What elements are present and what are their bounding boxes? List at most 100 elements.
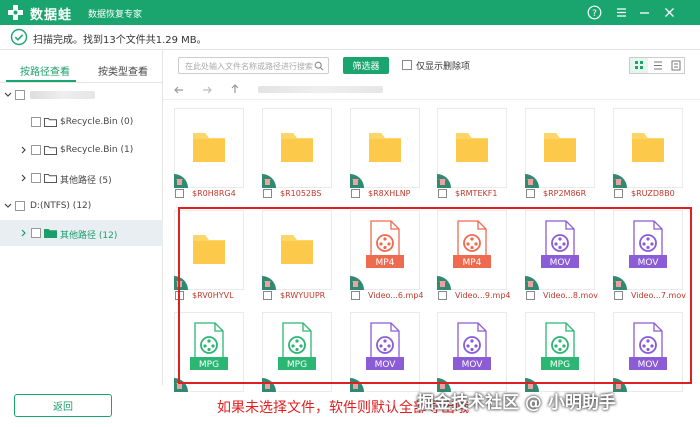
deleted-badge-icon <box>174 276 188 290</box>
tree-checkbox[interactable] <box>15 201 25 211</box>
detail-view-icon[interactable] <box>667 58 685 73</box>
tree-checkbox[interactable] <box>31 228 41 238</box>
video-file-card[interactable]: MPG <box>262 312 332 392</box>
tree-item-other-paths-12[interactable]: 其他路径 (12) <box>0 220 163 246</box>
file-name-label: Video...8.mov <box>543 291 598 300</box>
grid-view-icon[interactable] <box>630 58 648 73</box>
check-circle-icon <box>10 28 28 46</box>
up-arrow-icon[interactable] <box>229 83 241 95</box>
folder-card[interactable] <box>174 108 244 188</box>
folder-card[interactable] <box>350 108 420 188</box>
video-file-card[interactable]: MP4 <box>437 210 507 290</box>
file-checkbox[interactable] <box>614 189 623 198</box>
chevron-right-icon[interactable] <box>20 174 28 182</box>
tree-item-label: D:(NTFS) (12) <box>30 201 92 211</box>
forward-arrow-icon[interactable] <box>201 84 213 96</box>
file-checkbox[interactable] <box>526 291 535 300</box>
video-file-card[interactable]: MOV <box>613 312 683 392</box>
watermark: 掘金技术社区 @ 小明助手 <box>417 393 616 413</box>
tree-checkbox[interactable] <box>31 117 41 127</box>
deleted-badge-icon <box>174 174 188 188</box>
file-name-label: $R1052BS <box>280 189 322 198</box>
list-view-icon[interactable] <box>649 58 667 73</box>
file-checkbox[interactable] <box>438 189 447 198</box>
tree-item-label: 其他路径 (12) <box>60 231 118 241</box>
minimize-icon[interactable] <box>637 5 652 20</box>
help-icon[interactable]: ? <box>587 5 602 20</box>
folder-card[interactable] <box>174 210 244 290</box>
only-deleted-checkbox[interactable] <box>402 60 412 70</box>
folder-card[interactable] <box>437 108 507 188</box>
search-input[interactable]: 在此处输入文件名称或路径进行搜索 <box>178 57 329 74</box>
file-name-label: $RMTEKF1 <box>455 189 498 198</box>
path-navigation <box>163 80 700 100</box>
menu-icon[interactable] <box>614 5 629 20</box>
folder-card[interactable] <box>262 108 332 188</box>
video-file-card[interactable]: MOV <box>613 210 683 290</box>
file-checkbox[interactable] <box>526 189 535 198</box>
chevron-down-icon[interactable] <box>4 91 12 99</box>
file-name-label: $RUZD8B0 <box>631 189 675 198</box>
file-checkbox[interactable] <box>175 189 184 198</box>
chevron-down-icon[interactable] <box>4 202 12 210</box>
deleted-badge-icon <box>350 378 364 392</box>
file-name-label: Video...7.mov <box>631 291 686 300</box>
tree-item-label: $Recycle.Bin (1) <box>60 145 134 155</box>
redacted-path <box>258 86 383 93</box>
back-arrow-icon[interactable] <box>173 84 185 96</box>
deleted-badge-icon <box>262 174 276 188</box>
svg-text:?: ? <box>592 9 597 19</box>
video-file-card[interactable]: MPG <box>525 312 595 392</box>
filter-button[interactable]: 筛选器 <box>343 57 389 74</box>
back-button[interactable]: 返回 <box>14 394 112 417</box>
video-file-card[interactable]: MP4 <box>350 210 420 290</box>
file-checkbox[interactable] <box>263 291 272 300</box>
video-file-card[interactable]: MPG <box>174 312 244 392</box>
video-file-card[interactable]: MOV <box>525 210 595 290</box>
sidebar: 按路径查看 按类型查看 $Recycle.Bin (0) $Recycle.Bi… <box>0 50 163 385</box>
close-icon[interactable] <box>662 5 677 20</box>
deleted-badge-icon <box>350 276 364 290</box>
tree-checkbox[interactable] <box>15 90 25 100</box>
file-checkbox[interactable] <box>438 291 447 300</box>
redacted-drive-name <box>30 91 95 99</box>
file-name-label: Video...6.mp4 <box>368 291 424 300</box>
tree-item-drive[interactable] <box>0 82 163 108</box>
tab-by-path[interactable]: 按路径查看 <box>20 63 70 78</box>
scan-result-text: 扫描完成。找到13个文件共1.29 MB。 <box>33 35 207 46</box>
title-bar: 数据蛙 数据恢复专家 ? <box>0 0 700 25</box>
search-icon[interactable] <box>314 61 324 71</box>
tree-item-other-paths-5[interactable]: 其他路径 (5) <box>0 165 163 191</box>
tab-by-type[interactable]: 按类型查看 <box>98 63 148 78</box>
svg-text:MOV: MOV <box>638 258 660 268</box>
folder-card[interactable] <box>525 108 595 188</box>
deleted-badge-icon <box>262 378 276 392</box>
chevron-right-icon[interactable] <box>20 146 28 154</box>
chevron-right-icon[interactable] <box>20 229 28 237</box>
deleted-badge-icon <box>350 174 364 188</box>
file-checkbox[interactable] <box>351 189 360 198</box>
folder-icon <box>44 174 57 183</box>
svg-text:MOV: MOV <box>375 360 397 370</box>
svg-text:MP4: MP4 <box>463 258 482 268</box>
file-checkbox[interactable] <box>351 291 360 300</box>
folder-card[interactable] <box>262 210 332 290</box>
file-checkbox[interactable] <box>263 189 272 198</box>
file-name-label: $R8XHLNP <box>368 189 411 198</box>
video-file-card[interactable]: MOV <box>350 312 420 392</box>
tree-checkbox[interactable] <box>31 173 41 183</box>
tree-item-recycle-bin-0[interactable]: $Recycle.Bin (0) <box>0 109 163 135</box>
deleted-badge-icon <box>262 276 276 290</box>
app-subtitle: 数据恢复专家 <box>88 10 143 20</box>
file-name-label: $RWYUUPR <box>280 291 326 300</box>
tree-item-recycle-bin-1[interactable]: $Recycle.Bin (1) <box>0 137 163 163</box>
file-checkbox[interactable] <box>614 291 623 300</box>
tree-checkbox[interactable] <box>31 145 41 155</box>
video-file-card[interactable]: MOV <box>437 312 507 392</box>
file-checkbox[interactable] <box>175 291 184 300</box>
folder-card[interactable] <box>613 108 683 188</box>
svg-text:MPG: MPG <box>287 360 307 370</box>
app-logo-icon <box>8 5 23 20</box>
tree-item-drive-d[interactable]: D:(NTFS) (12) <box>0 193 163 219</box>
folder-icon <box>44 229 57 238</box>
